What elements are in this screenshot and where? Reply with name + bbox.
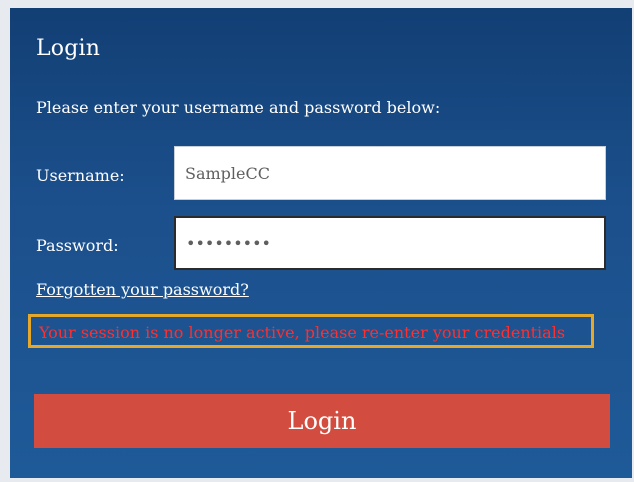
session-error-box: Your session is no longer active, please… [28, 314, 594, 348]
login-instructions: Please enter your username and password … [36, 98, 441, 117]
session-error-text: Your session is no longer active, please… [39, 323, 566, 342]
login-title: Login [36, 36, 101, 61]
forgot-password-link[interactable]: Forgotten your password? [36, 280, 249, 299]
username-input[interactable] [174, 146, 606, 200]
username-label: Username: [36, 166, 125, 185]
login-panel: Login Please enter your username and pas… [10, 8, 632, 478]
password-label: Password: [36, 236, 119, 255]
password-input[interactable] [174, 216, 606, 270]
login-button[interactable]: Login [34, 394, 610, 448]
